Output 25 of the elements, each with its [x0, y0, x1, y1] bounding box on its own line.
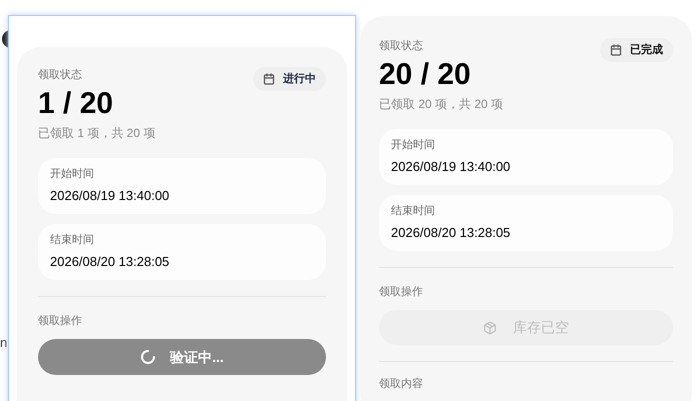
- calendar-icon: [610, 44, 622, 56]
- claim-count: 1 / 20: [38, 86, 114, 122]
- time-value: 2026/08/20 13:28:05: [391, 224, 512, 242]
- time-label: 结束时间: [50, 232, 95, 248]
- status-label: 领取状态: [379, 38, 424, 54]
- action-label: 领取操作: [38, 314, 83, 328]
- box-icon: [483, 320, 497, 334]
- status-badge: 进行中: [253, 67, 326, 91]
- claim-summary: 已领取 1 项，共 20 项: [38, 124, 156, 142]
- status-label: 领取状态: [38, 68, 83, 83]
- time-value: 2026/08/19 13:40:00: [50, 187, 170, 205]
- time-value: 2026/08/19 13:40:00: [391, 158, 512, 176]
- background-text: n: [0, 334, 8, 352]
- verify-button[interactable]: 验证中...: [38, 339, 326, 375]
- time-label: 开始时间: [391, 138, 436, 152]
- time-label: 结束时间: [391, 204, 436, 218]
- claim-count: 20 / 20: [379, 56, 472, 92]
- claim-summary: 已领取 20 项，共 20 项: [379, 96, 504, 112]
- content-label: 领取内容: [379, 376, 424, 392]
- action-label: 领取操作: [379, 284, 424, 300]
- time-label: 开始时间: [50, 166, 95, 182]
- calendar-icon: [263, 73, 275, 85]
- spinner-icon: [140, 349, 156, 365]
- status-badge: 已完成: [600, 38, 673, 62]
- time-value: 2026/08/20 13:28:05: [50, 253, 170, 271]
